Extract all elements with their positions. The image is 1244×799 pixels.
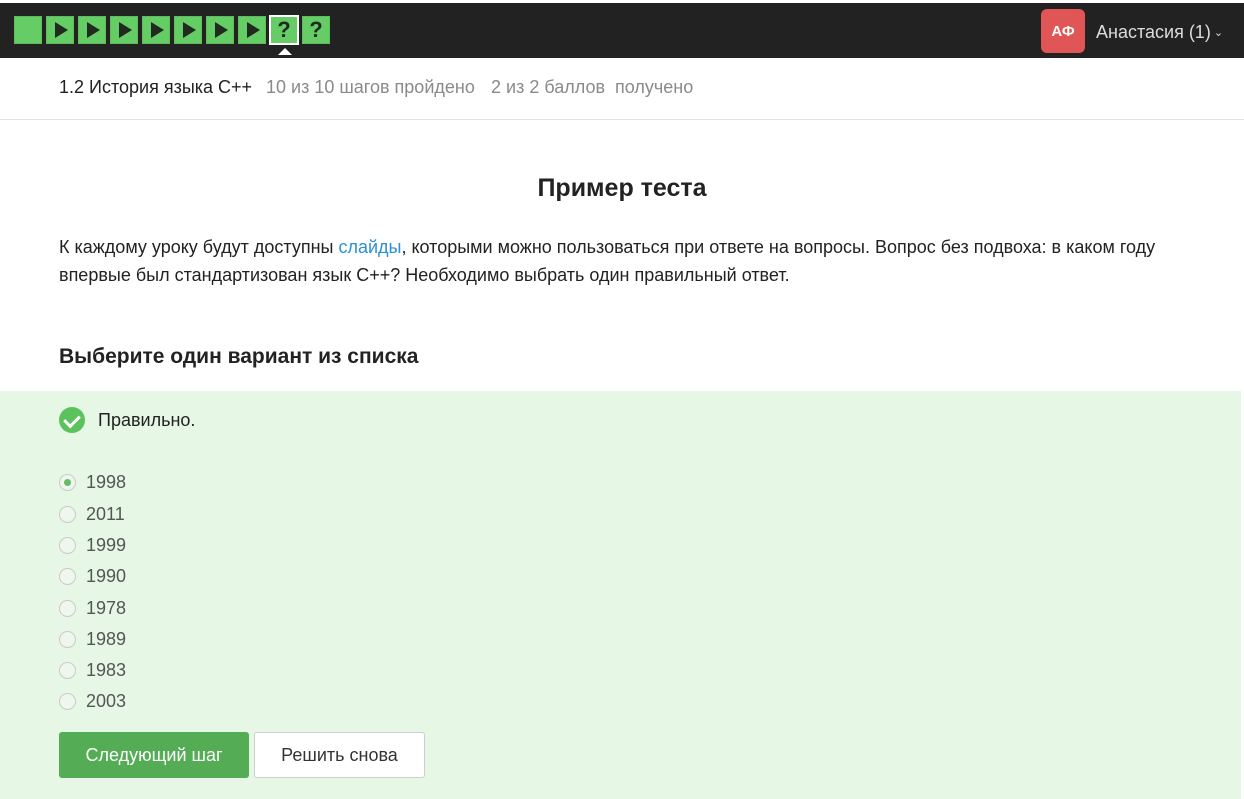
solve-again-button[interactable]: Решить снова <box>254 732 425 778</box>
option-label: 1990 <box>86 565 127 586</box>
play-icon <box>215 22 228 38</box>
step-5-video[interactable] <box>142 16 170 44</box>
quiz-prompt: Выберите один вариант из списка <box>59 345 419 368</box>
step-6-video[interactable] <box>174 16 202 44</box>
option-1989[interactable]: 1989 <box>59 628 126 650</box>
play-icon <box>119 22 132 38</box>
option-2011[interactable]: 2011 <box>59 503 125 525</box>
description-text-part-1: К каждому уроку будут доступны <box>59 237 339 257</box>
user-name: Анастасия (1) <box>1096 22 1211 42</box>
steps-progress: 10 из 10 шагов пройдено <box>266 77 475 97</box>
play-icon <box>151 22 164 38</box>
option-1978[interactable]: 1978 <box>59 597 126 619</box>
step-4-video[interactable] <box>110 16 138 44</box>
play-icon <box>87 22 100 38</box>
option-label: 1983 <box>86 659 127 680</box>
score-progress: 2 из 2 баллов получено <box>491 77 694 97</box>
play-icon <box>183 22 196 38</box>
step-8-video[interactable] <box>238 16 266 44</box>
option-1983[interactable]: 1983 <box>59 659 126 681</box>
step-3-video[interactable] <box>78 16 106 44</box>
option-1998[interactable]: 1998 <box>59 471 126 493</box>
user-menu[interactable]: Анастасия (1) ⌄ <box>1096 22 1223 43</box>
question-mark-icon: ? <box>277 17 291 42</box>
option-label: 1978 <box>86 597 127 618</box>
next-step-button[interactable]: Следующий шаг <box>59 732 249 778</box>
page-title: Пример теста <box>537 174 707 202</box>
lesson-title[interactable]: 1.2 История языка C++ <box>59 77 252 98</box>
radio-button[interactable] <box>59 661 76 679</box>
radio-button[interactable] <box>59 692 76 710</box>
radio-button-selected[interactable] <box>59 473 76 491</box>
option-label: 1989 <box>86 628 127 649</box>
option-1999[interactable]: 1999 <box>59 534 126 556</box>
radio-button[interactable] <box>59 630 76 648</box>
option-1990[interactable]: 1990 <box>59 565 126 587</box>
radio-button[interactable] <box>59 599 76 617</box>
check-circle-icon <box>59 407 85 433</box>
option-label: 1998 <box>86 471 127 492</box>
step-1-text[interactable] <box>14 16 42 44</box>
play-icon <box>247 22 260 38</box>
option-label: 2011 <box>86 503 125 524</box>
chevron-down-icon: ⌄ <box>1213 27 1224 39</box>
lesson-steps-bar: ? ? <box>14 15 330 55</box>
option-2003[interactable]: 2003 <box>59 690 126 712</box>
step-7-video[interactable] <box>206 16 234 44</box>
step-9-quiz-current[interactable]: ? <box>269 15 299 55</box>
radio-button[interactable] <box>59 567 76 585</box>
play-icon <box>55 22 68 38</box>
slides-link[interactable]: слайды <box>338 237 401 257</box>
option-label: 1999 <box>86 534 127 555</box>
step-2-video[interactable] <box>46 16 74 44</box>
step-description: К каждому уроку будут доступны слайды, к… <box>59 233 1179 289</box>
top-navigation-bar: ? ? АФ Анастасия (1) ⌄ <box>0 0 1244 58</box>
radio-button[interactable] <box>59 536 76 554</box>
feedback-text: Правильно. <box>98 410 196 430</box>
question-mark-icon: ? <box>309 17 323 42</box>
option-label: 2003 <box>86 690 127 711</box>
avatar[interactable]: АФ <box>1041 9 1085 53</box>
radio-button[interactable] <box>59 505 76 523</box>
step-10-quiz[interactable]: ? <box>302 16 330 44</box>
